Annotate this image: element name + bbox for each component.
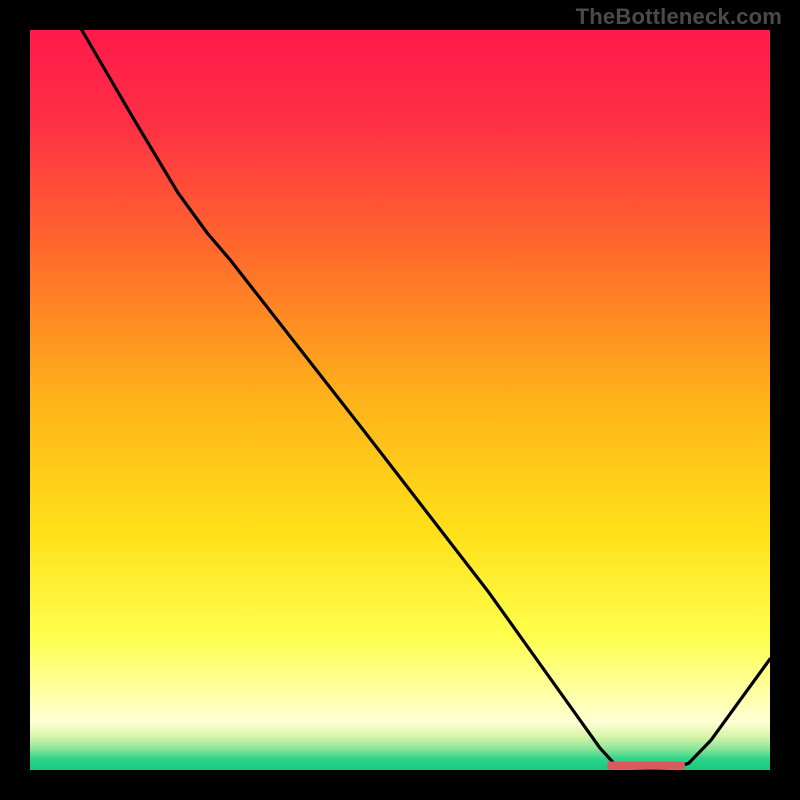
plot-background <box>30 30 770 770</box>
bottleneck-chart <box>0 0 800 800</box>
optimal-marker <box>607 761 685 769</box>
chart-stage: TheBottleneck.com <box>0 0 800 800</box>
watermark-text: TheBottleneck.com <box>576 4 782 30</box>
